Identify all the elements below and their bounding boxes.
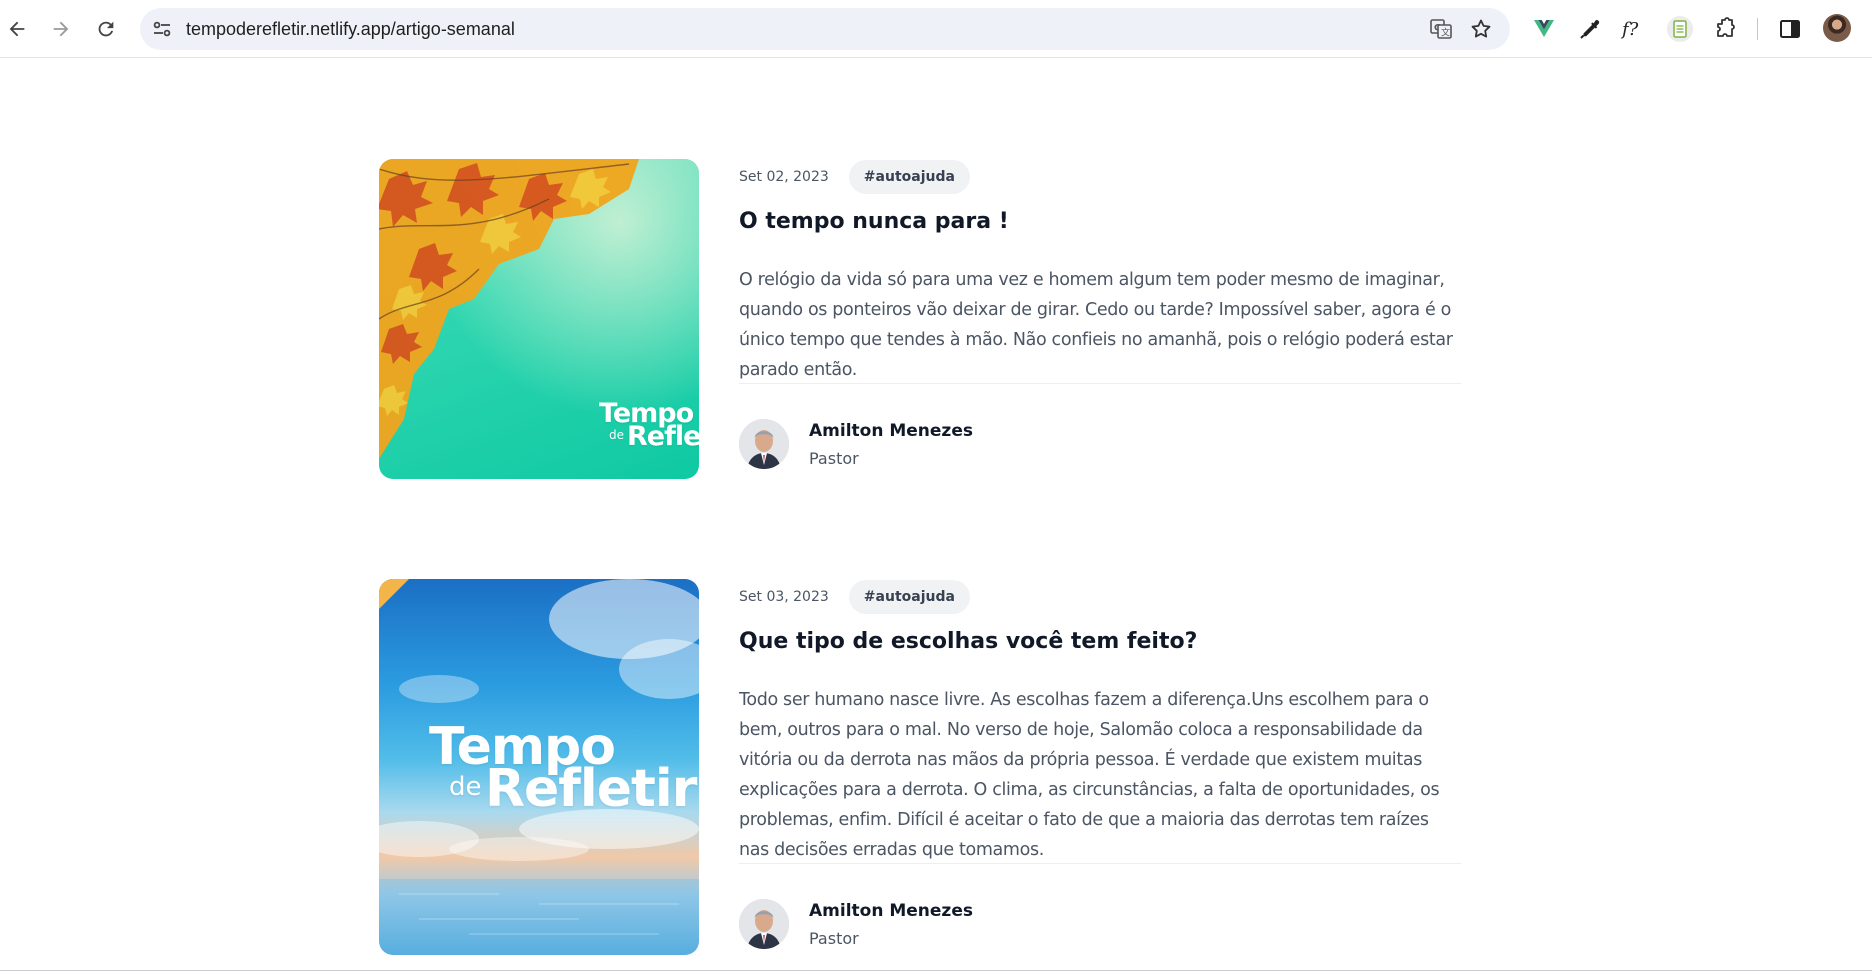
vue-devtools-icon [1534,20,1554,37]
author-role: Pastor [809,929,859,948]
author-name: Amilton Menezes [809,901,973,921]
article-date: Set 03, 2023 [739,589,829,605]
sheet-extension-icon [1667,16,1693,42]
viewport-bottom-edge [0,970,1872,971]
translate-button[interactable]: G 文 [1427,15,1455,43]
eyedropper-button[interactable] [1573,13,1605,45]
browser-toolbar: tempoderefletir.netlify.app/artigo-seman… [0,0,1872,58]
author-block: Amilton Menezes Pastor [739,899,1139,951]
article-thumbnail[interactable]: Tempo de Refletir [379,579,699,955]
article-title[interactable]: O tempo nunca para ! [739,209,1009,234]
article-tag[interactable]: #autoajuda [848,580,970,614]
author-portrait-icon [739,419,789,469]
font-finder-icon: f? [1620,19,1639,40]
article-excerpt: O relógio da vida só para uma vez e home… [739,270,1453,380]
thumbnail-brand-bottom: Refletir [485,759,697,819]
svg-text:文: 文 [1441,27,1450,39]
author-block: Amilton Menezes Pastor [739,419,1139,471]
reload-icon [98,21,114,37]
sheet-extension-button[interactable] [1664,13,1696,45]
url-text[interactable]: tempoderefletir.netlify.app/artigo-seman… [186,19,515,40]
translate-icon: G 文 [1430,19,1452,39]
thumbnail-brand-bottom: Refleti [627,421,699,452]
vue-devtools-button[interactable] [1528,13,1560,45]
thumbnail-brand-de: de [609,428,624,442]
thumbnail-brand-de: de [449,772,482,802]
author-avatar [739,899,789,949]
article-date: Set 02, 2023 [739,169,829,185]
back-button[interactable] [0,12,34,46]
article-thumbnail[interactable]: Tempo de Refleti [379,159,699,479]
side-panel-icon [1780,20,1800,38]
article-meta: Set 02, 2023 #autoajuda [739,159,970,195]
author-portrait-icon [739,899,789,949]
article-excerpt: Todo ser humano nasce livre. As escolhas… [739,690,1440,860]
toolbar-separator [1757,18,1758,40]
svg-text:f?: f? [1620,19,1639,40]
bookmark-star-icon [1471,19,1491,38]
article-divider [739,383,1461,384]
article-title[interactable]: Que tipo de escolhas você tem feito? [739,629,1197,654]
forward-arrow-icon [53,21,69,37]
back-arrow-icon [9,21,25,37]
side-panel-button[interactable] [1774,13,1806,45]
article-tag[interactable]: #autoajuda [848,160,970,194]
profile-avatar-icon[interactable] [1823,14,1851,42]
forward-button[interactable] [44,12,78,46]
reload-button[interactable] [89,12,123,46]
article-divider [739,863,1461,864]
author-avatar [739,419,789,469]
bookmark-button[interactable] [1467,15,1495,43]
page-content: Tempo de Refleti Set 02, 2023 #autoajuda… [0,59,1872,971]
eyedropper-icon [1580,20,1600,39]
font-finder-button[interactable]: f? [1618,13,1650,45]
address-bar[interactable]: tempoderefletir.netlify.app/artigo-seman… [140,8,1510,50]
extensions-button[interactable] [1709,13,1741,45]
site-settings-icon[interactable] [150,17,174,41]
author-role: Pastor [809,449,859,468]
author-name: Amilton Menezes [809,421,973,441]
extensions-puzzle-icon [1717,17,1735,37]
article-meta: Set 03, 2023 #autoajuda [739,579,970,615]
